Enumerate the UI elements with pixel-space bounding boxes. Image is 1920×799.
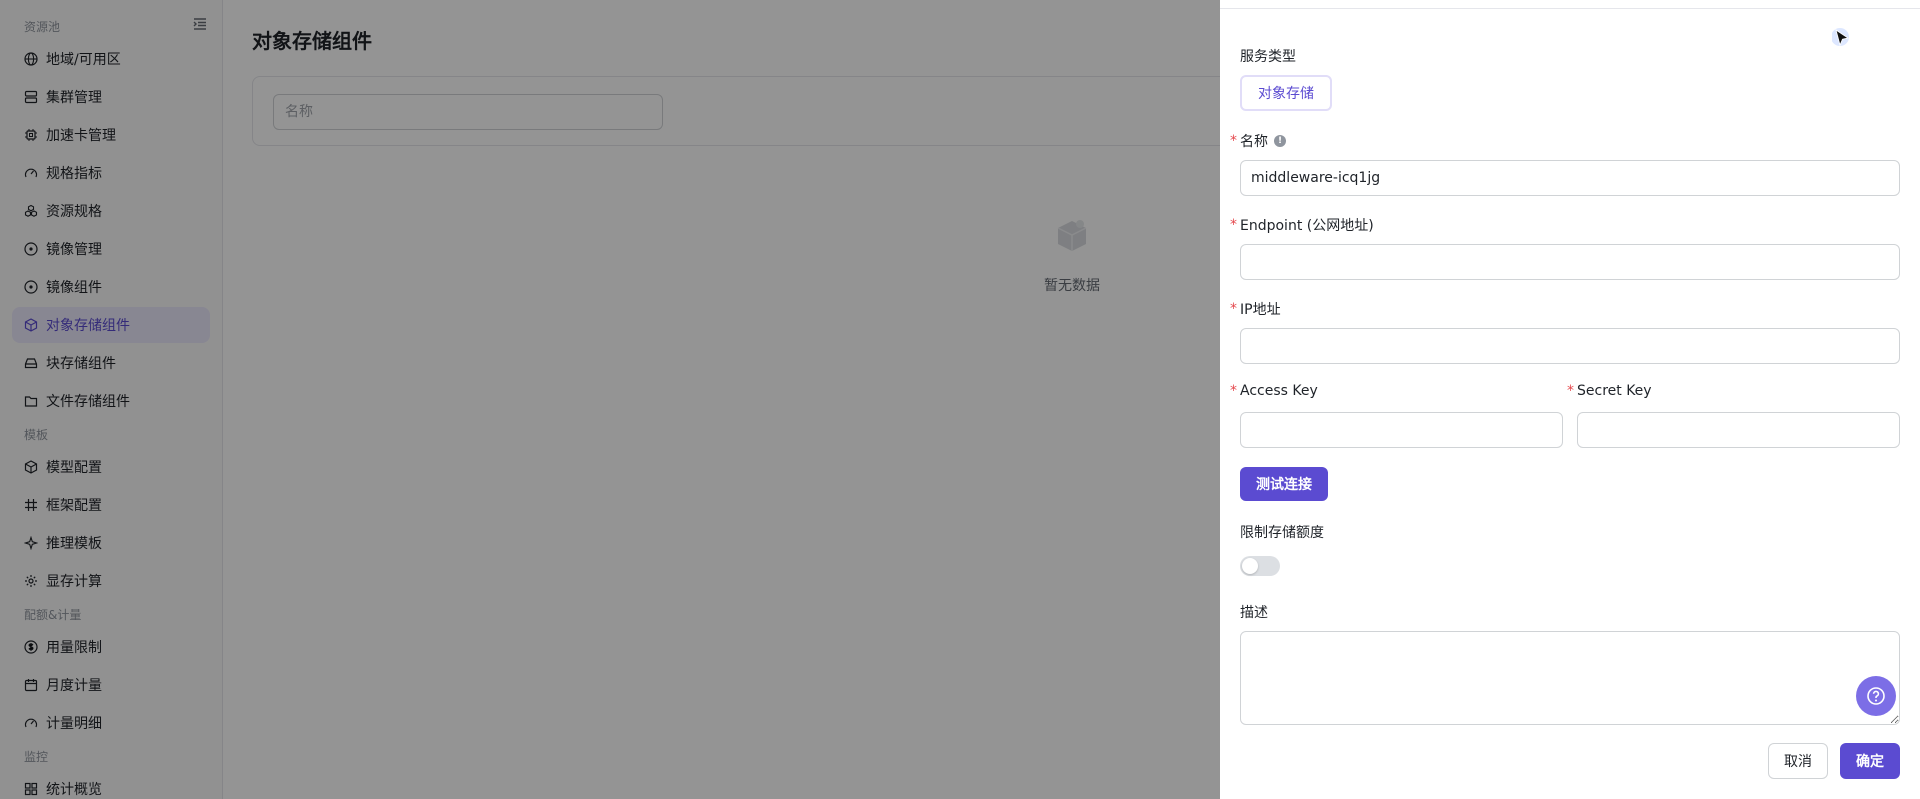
required-mark: * (1230, 301, 1237, 317)
mouse-cursor-icon (1831, 28, 1852, 50)
endpoint-label: * Endpoint (公网地址) (1230, 217, 1374, 234)
ip-address-input[interactable] (1240, 328, 1900, 364)
required-mark: * (1567, 383, 1574, 399)
access-key-label: * Access Key (1230, 383, 1318, 399)
secret-key-label: * Secret Key (1567, 383, 1652, 399)
toggle-knob (1242, 558, 1258, 574)
storage-quota-label: 限制存储额度 (1240, 525, 1324, 541)
name-input[interactable] (1240, 160, 1900, 196)
cancel-button[interactable]: 取消 (1768, 743, 1828, 779)
required-mark: * (1230, 383, 1237, 399)
secret-key-input[interactable] (1577, 412, 1900, 448)
storage-quota-toggle[interactable] (1240, 556, 1280, 576)
help-button[interactable] (1856, 676, 1896, 716)
info-icon[interactable]: ! (1274, 135, 1286, 147)
name-label: * 名称 ! (1230, 131, 1286, 151)
description-textarea[interactable] (1240, 631, 1900, 725)
help-icon (1867, 687, 1885, 705)
create-storage-drawer: 服务类型 对象存储 * 名称 ! * Endpoint (公网地址) * IP地… (1220, 0, 1920, 799)
description-label: 描述 (1240, 605, 1268, 621)
drawer-header-divider (1220, 8, 1920, 9)
required-mark: * (1230, 133, 1237, 149)
service-type-object-storage-button[interactable]: 对象存储 (1240, 75, 1332, 111)
ip-label: * IP地址 (1230, 301, 1281, 318)
test-connection-button[interactable]: 测试连接 (1240, 467, 1328, 501)
service-type-label: 服务类型 (1240, 49, 1296, 65)
endpoint-input[interactable] (1240, 244, 1900, 280)
access-key-input[interactable] (1240, 412, 1563, 448)
confirm-button[interactable]: 确定 (1840, 743, 1900, 779)
required-mark: * (1230, 217, 1237, 233)
